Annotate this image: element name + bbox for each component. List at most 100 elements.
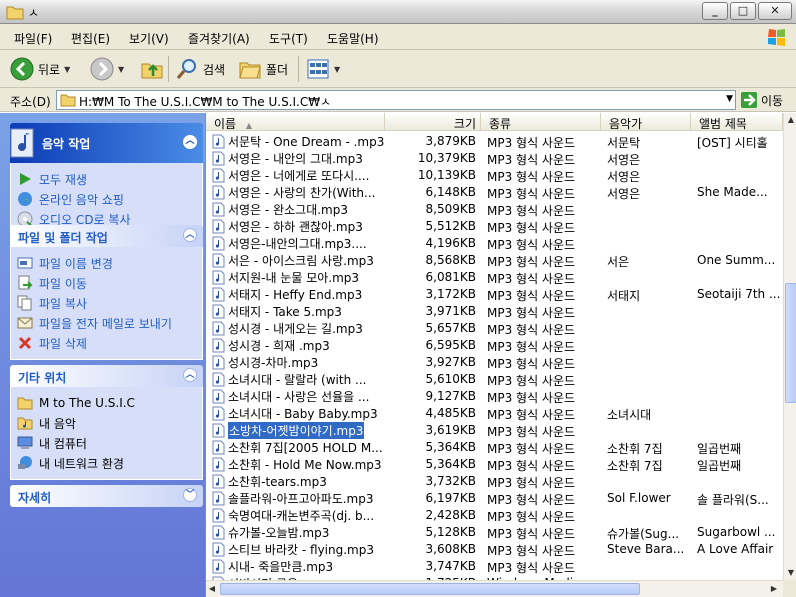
details-header[interactable]: 자세히 ﹀: [10, 485, 203, 507]
scroll-right-button[interactable]: ▶: [768, 582, 780, 596]
views-button[interactable]: ▼: [306, 55, 340, 83]
file-row[interactable]: 서영은 - 사랑의 찬가(With... 6,148KB MP3 형식 사운드 서영은…: [206, 184, 783, 201]
task-delete-file[interactable]: 파일 삭제: [17, 333, 202, 353]
column-album[interactable]: 앨범 제목: [691, 113, 783, 131]
forward-dropdown-icon[interactable]: ▼: [118, 65, 124, 74]
menu-help[interactable]: 도움말(H): [327, 30, 379, 47]
task-play-all[interactable]: 모두 재생: [17, 169, 202, 189]
file-name-cell[interactable]: 솔플라워-아프고아파도.mp3: [212, 490, 387, 507]
file-row[interactable]: 서영은 - 하하 괜찮아.mp3 5,512KB MP3 형식 사운드: [206, 218, 783, 235]
column-artist[interactable]: 음악가: [601, 113, 691, 131]
views-dropdown-icon[interactable]: ▼: [334, 65, 340, 74]
vertical-scrollbar[interactable]: ▲ ▼: [783, 113, 796, 580]
place-my-network[interactable]: 내 네트워크 환경: [17, 453, 202, 473]
file-row[interactable]: 소녀시대 - Baby Baby.mp3 4,485KB MP3 형식 사운드 소녀시…: [206, 405, 783, 422]
forward-button[interactable]: ▼: [90, 55, 124, 83]
minimize-button[interactable]: _: [702, 2, 728, 20]
file-name-cell[interactable]: 스티브 바라캇 - flying.mp3: [212, 541, 387, 558]
horizontal-scroll-thumb[interactable]: [220, 583, 640, 595]
task-copy-file[interactable]: 파일 복사: [17, 293, 202, 313]
up-folder-button[interactable]: [140, 55, 164, 83]
horizontal-scrollbar[interactable]: ◀ ▶: [206, 580, 783, 597]
file-name-cell[interactable]: 서영은 - 내안의 그대.mp3: [212, 150, 387, 167]
file-row[interactable]: 숙명여대-캐논변주곡(dj. b... 2,428KB MP3 형식 사운드: [206, 507, 783, 524]
vertical-scroll-thumb[interactable]: [785, 283, 796, 403]
place-my-computer[interactable]: 내 컴퓨터: [17, 433, 202, 453]
file-row[interactable]: 소찬휘 7집[2005 HOLD M... 5,364KB MP3 형식 사운드 소찬…: [206, 439, 783, 456]
chevron-up-icon[interactable]: ︿: [183, 368, 197, 382]
task-email-file[interactable]: 파일을 전자 메일로 보내기: [17, 313, 202, 333]
file-row[interactable]: 성시경 - 희재 .mp3 6,595KB MP3 형식 사운드: [206, 337, 783, 354]
file-name-cell[interactable]: 성시경-차마.mp3: [212, 354, 387, 371]
file-row[interactable]: 서영은-내안의그대.mp3.... 4,196KB MP3 형식 사운드: [206, 235, 783, 252]
file-row[interactable]: 소녀시대 - 사랑은 선율을 ... 9,127KB MP3 형식 사운드: [206, 388, 783, 405]
file-row[interactable]: 시내- 죽을만큼.mp3 3,747KB MP3 형식 사운드: [206, 558, 783, 575]
file-name-cell[interactable]: 서영은 - 사랑의 찬가(With...: [212, 184, 387, 201]
file-name-cell[interactable]: 서영은-내안의그대.mp3....: [212, 235, 387, 252]
file-row[interactable]: 스티브 바라캇 - flying.mp3 3,608KB MP3 형식 사운드 Ste…: [206, 541, 783, 558]
file-name-cell[interactable]: 소녀시대 - 랄랄라 (with ...: [212, 371, 387, 388]
menu-tools[interactable]: 도구(T): [269, 30, 308, 47]
file-name-cell[interactable]: 소찬휘-tears.mp3: [212, 473, 387, 490]
file-name-cell[interactable]: 소찬휘 - Hold Me Now.mp3: [212, 456, 387, 473]
file-row[interactable]: 소찬휘 - Hold Me Now.mp3 5,364KB MP3 형식 사운드 소찬…: [206, 456, 783, 473]
file-row[interactable]: 서은 - 아이스크림 사랑.mp3 8,568KB MP3 형식 사운드 서은 One …: [206, 252, 783, 269]
menu-favorites[interactable]: 즐겨찾기(A): [188, 30, 250, 47]
chevron-up-icon[interactable]: ︿: [183, 135, 197, 149]
menu-view[interactable]: 보기(V): [129, 30, 169, 47]
file-name-cell[interactable]: 소방차-어젯밤이야기.mp3: [212, 422, 387, 439]
file-row[interactable]: 서영은 - 완소그대.mp3 8,509KB MP3 형식 사운드: [206, 201, 783, 218]
file-row[interactable]: 성시경-차마.mp3 3,927KB MP3 형식 사운드: [206, 354, 783, 371]
file-name-cell[interactable]: 소녀시대 - 사랑은 선율을 ...: [212, 388, 387, 405]
other-places-header[interactable]: 기타 위치 ︿: [10, 365, 203, 387]
file-name-cell[interactable]: 서영은 - 하하 괜찮아.mp3: [212, 218, 387, 235]
folders-button[interactable]: 폴더: [238, 55, 288, 83]
file-name-cell[interactable]: 슈가볼-오늘밤.mp3: [212, 524, 387, 541]
title-bar[interactable]: ㅅ _ □ ✕: [0, 0, 796, 24]
file-name-cell[interactable]: 서태지 - Take 5.mp3: [212, 303, 387, 320]
file-row[interactable]: 솔플라워-아프고아파도.mp3 6,197KB MP3 형식 사운드 Sol F.lo…: [206, 490, 783, 507]
column-size[interactable]: 크기: [385, 113, 481, 131]
close-button[interactable]: ✕: [758, 2, 792, 20]
file-row[interactable]: 소방차-어젯밤이야기.mp3 3,619KB MP3 형식 사운드: [206, 422, 783, 439]
file-name-cell[interactable]: 서문탁 - One Dream - .mp3: [212, 133, 387, 150]
file-row[interactable]: 서태지 - Heffy End.mp3 3,172KB MP3 형식 사운드 서태지 S…: [206, 286, 783, 303]
file-row[interactable]: 슈가볼-오늘밤.mp3 5,128KB MP3 형식 사운드 슈가볼(Sug... Su…: [206, 524, 783, 541]
back-button[interactable]: 뒤로 ▼: [10, 55, 70, 83]
file-row[interactable]: 소녀시대 - 랄랄라 (with ... 5,610KB MP3 형식 사운드: [206, 371, 783, 388]
file-name-cell[interactable]: 소녀시대 - Baby Baby.mp3: [212, 405, 387, 422]
file-row[interactable]: 서태지 - Take 5.mp3 3,971KB MP3 형식 사운드: [206, 303, 783, 320]
search-button[interactable]: 검색: [175, 55, 225, 83]
file-tasks-header[interactable]: 파일 및 폴더 작업 ︿: [10, 225, 203, 247]
file-name-cell[interactable]: 서영은 - 너에게로 또다시....: [212, 167, 387, 184]
music-tasks-header[interactable]: 음악 작업 ︿: [10, 123, 203, 163]
file-name-cell[interactable]: 소찬휘 7집[2005 HOLD M...: [212, 439, 387, 456]
scroll-up-button[interactable]: ▲: [785, 113, 796, 127]
file-row[interactable]: 서문탁 - One Dream - .mp3 3,879KB MP3 형식 사운드 서…: [206, 133, 783, 150]
address-input[interactable]: H:₩M To The U.S.I.C₩M to The U.S.I.C₩ㅅ ▼: [56, 90, 736, 110]
menu-edit[interactable]: 편집(E): [71, 30, 110, 47]
file-name-cell[interactable]: 서영은 - 완소그대.mp3: [212, 201, 387, 218]
file-name-cell[interactable]: 시내- 죽을만큼.mp3: [212, 558, 387, 575]
scroll-down-button[interactable]: ▼: [785, 566, 796, 580]
maximize-button[interactable]: □: [730, 2, 756, 20]
menu-file[interactable]: 파일(F): [14, 30, 52, 47]
file-name-cell[interactable]: 서태지 - Heffy End.mp3: [212, 286, 387, 303]
scroll-left-button[interactable]: ◀: [206, 582, 218, 596]
file-row[interactable]: 서지원-내 눈물 모아.mp3 6,081KB MP3 형식 사운드: [206, 269, 783, 286]
file-row[interactable]: 성시경 - 내게오는 길.mp3 5,657KB MP3 형식 사운드: [206, 320, 783, 337]
task-shop-music-online[interactable]: 온라인 음악 쇼핑: [17, 189, 202, 209]
go-button[interactable]: 이동: [740, 91, 783, 109]
file-name-cell[interactable]: 숙명여대-캐논변주곡(dj. b...: [212, 507, 387, 524]
back-dropdown-icon[interactable]: ▼: [64, 65, 70, 74]
file-name-cell[interactable]: 서은 - 아이스크림 사랑.mp3: [212, 252, 387, 269]
file-name-cell[interactable]: 성시경 - 희재 .mp3: [212, 337, 387, 354]
place-my-music[interactable]: 내 음악: [17, 413, 202, 433]
place-parent-folder[interactable]: M to The U.S.I.C: [17, 393, 202, 413]
task-move-file[interactable]: 파일 이동: [17, 273, 202, 293]
column-type[interactable]: 종류: [481, 113, 601, 131]
task-rename-file[interactable]: 파일 이름 변경: [17, 253, 202, 273]
file-row[interactable]: 소찬휘-tears.mp3 3,732KB MP3 형식 사운드: [206, 473, 783, 490]
chevron-down-icon[interactable]: ﹀: [183, 488, 197, 502]
file-row[interactable]: 서영은 - 너에게로 또다시.... 10,139KB MP3 형식 사운드 서영은: [206, 167, 783, 184]
